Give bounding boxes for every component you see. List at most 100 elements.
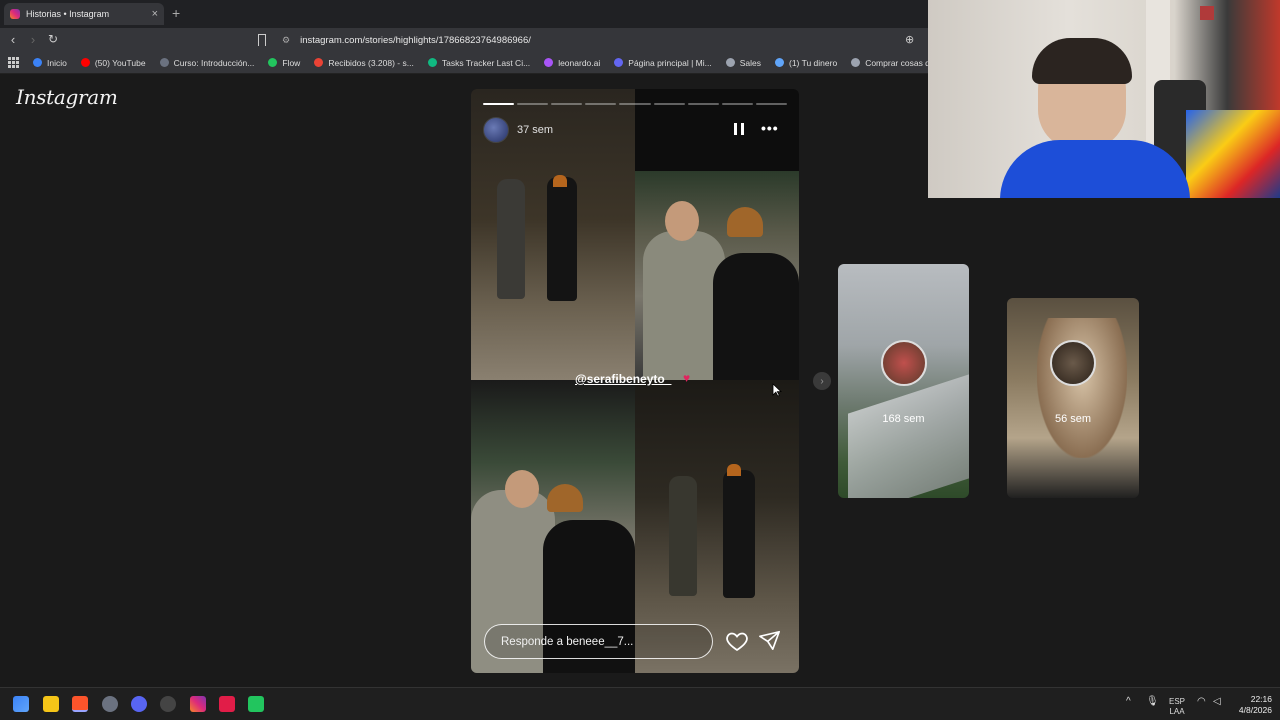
reply-input[interactable]: Responde a beneee__7... [484, 624, 713, 659]
flow-icon [268, 58, 278, 67]
highlight-avatar [1050, 340, 1096, 386]
back-icon[interactable]: ‹ [5, 32, 21, 47]
youtube-icon [80, 58, 90, 67]
highlight-time: 168 sem [882, 413, 925, 425]
new-tab-button[interactable]: + [172, 5, 180, 21]
leonardo-icon [544, 58, 554, 67]
instagram-logo[interactable]: Instagram [16, 85, 118, 109]
bookmark-label: Inicio [47, 57, 67, 68]
gradient-icon [33, 58, 42, 67]
highlight-preview[interactable]: 168 sem [838, 264, 969, 498]
address-bar[interactable]: ⚙ instagram.com/stories/highlights/17866… [282, 31, 922, 49]
highlight-time: 56 sem [1054, 413, 1092, 425]
face-photo [1037, 318, 1127, 458]
like-heart-icon[interactable] [725, 629, 749, 653]
person-shirt [1000, 140, 1190, 198]
bookmarks-bar: Inicio (50) YouTube Curso: Introducción...… [0, 52, 928, 74]
progress-segment [687, 103, 719, 105]
start-windows-icon[interactable] [13, 696, 29, 712]
bookmark-label: Tasks Tracker Last Ci... [441, 57, 531, 68]
progress-segment [483, 103, 515, 105]
next-story-arrow-icon[interactable]: › [813, 372, 831, 390]
brave-browser-icon[interactable] [72, 696, 88, 712]
progress-segment [585, 103, 617, 105]
file-explorer-icon[interactable] [43, 696, 59, 712]
browser-tab[interactable]: Historias • Instagram × [4, 3, 164, 25]
bed [1186, 110, 1280, 198]
system-clock[interactable]: 22:16 4/8/2026 [1230, 694, 1272, 716]
bookmark-item[interactable]: Recibidos (3.208) - s... [314, 58, 414, 68]
story-time: 37 sem [517, 124, 554, 136]
bookmark-label: Comprar cosas de f... [865, 57, 928, 68]
more-options-icon[interactable]: ••• [761, 120, 779, 136]
site-settings-icon[interactable]: ⚙ [282, 35, 290, 46]
progress-segment [619, 103, 651, 105]
gmail-icon [314, 58, 324, 67]
discord-icon[interactable] [131, 696, 147, 712]
folder-icon [851, 58, 861, 67]
reload-icon[interactable]: ↻ [45, 32, 61, 46]
pause-icon[interactable] [734, 123, 744, 135]
tray-overflow-icon[interactable]: ^ [1126, 697, 1131, 707]
bookmark-item[interactable]: leonardo.ai [544, 58, 600, 68]
wall-sign [1200, 6, 1214, 20]
bookmark-item[interactable]: Sales [725, 57, 761, 68]
windows-taskbar: ^ 🎙 ESP LAA ◠ ◁ 22:16 4/8/2026 [0, 687, 1280, 720]
bookmark-item[interactable]: Comprar cosas de f... [851, 58, 928, 68]
apps-grid-icon[interactable] [8, 57, 19, 68]
wifi-icon[interactable]: ◠ [1197, 697, 1206, 707]
language-indicator[interactable]: ESP LAA [1166, 697, 1188, 717]
bookmark-label: Recibidos (3.208) - s... [328, 57, 414, 68]
tiktok-icon[interactable] [219, 696, 235, 712]
reply-placeholder: Responde a beneee__7... [501, 635, 634, 648]
highlight-preview[interactable]: 56 sem [1007, 298, 1139, 498]
url-text: instagram.com/stories/highlights/1786682… [300, 34, 531, 46]
check-icon [427, 58, 437, 67]
progress-segment [755, 103, 787, 105]
heart-sticker: ♥ [683, 371, 691, 385]
tab-close-icon[interactable]: × [152, 8, 158, 20]
bookmark-label: Página principal | Mi... [628, 57, 712, 68]
bookmark-label: (50) YouTube [94, 57, 146, 68]
story-viewer[interactable]: 37 sem ••• @serafibeneyto_ ♥ Responde a … [471, 89, 799, 673]
bookmark-item[interactable]: Tasks Tracker Last Ci... [427, 57, 531, 68]
settings-gear-icon[interactable] [102, 696, 118, 712]
bookmark-label: Sales [739, 57, 761, 68]
bookmark-label: leonardo.ai [558, 57, 601, 68]
browser-tab-bar: Historias • Instagram × + [0, 0, 928, 28]
stack-icon [725, 58, 735, 67]
zoom-icon[interactable]: ⊕ [905, 33, 914, 46]
progress-segment [517, 103, 549, 105]
plane-wing [848, 374, 969, 498]
progress-segment [721, 103, 753, 105]
money-icon [774, 58, 784, 67]
bookmark-item[interactable]: Inicio [33, 58, 67, 68]
progress-segment [653, 103, 685, 105]
highlight-avatar [881, 340, 927, 386]
forward-icon[interactable]: › [25, 32, 41, 47]
chatgpt-icon[interactable] [160, 696, 176, 712]
bookmark-item[interactable]: (50) YouTube [80, 57, 146, 68]
person-hair [1032, 38, 1132, 84]
bookmark-item[interactable]: Flow [268, 58, 300, 68]
microphone-icon[interactable]: 🎙 [1146, 697, 1159, 707]
bookmark-item[interactable]: (1) Tu dinero [774, 57, 838, 68]
instagram-favicon-icon [10, 9, 20, 19]
story-mention[interactable]: @serafibeneyto_ [575, 372, 671, 386]
instagram-app-icon[interactable] [190, 696, 206, 712]
bookmark-label: (1) Tu dinero [788, 57, 838, 68]
story-progress-bar [483, 103, 787, 105]
share-send-icon[interactable] [759, 629, 781, 651]
bookmark-item[interactable]: Página principal | Mi... [614, 57, 712, 68]
bookmark-label: Curso: Introducción... [173, 57, 255, 68]
kick-icon[interactable] [248, 696, 264, 712]
bookmark-item[interactable]: Curso: Introducción... [159, 57, 255, 68]
story-avatar[interactable] [483, 117, 509, 143]
webcam-overlay [928, 0, 1280, 198]
browser-toolbar: ‹ › ↻ ⚙ instagram.com/stories/highlights… [0, 28, 928, 52]
progress-segment [551, 103, 583, 105]
volume-icon[interactable]: ◁ [1213, 697, 1221, 707]
course-icon [159, 58, 169, 67]
bookmark-icon[interactable] [258, 34, 266, 46]
story-photo-top-right [635, 171, 799, 380]
